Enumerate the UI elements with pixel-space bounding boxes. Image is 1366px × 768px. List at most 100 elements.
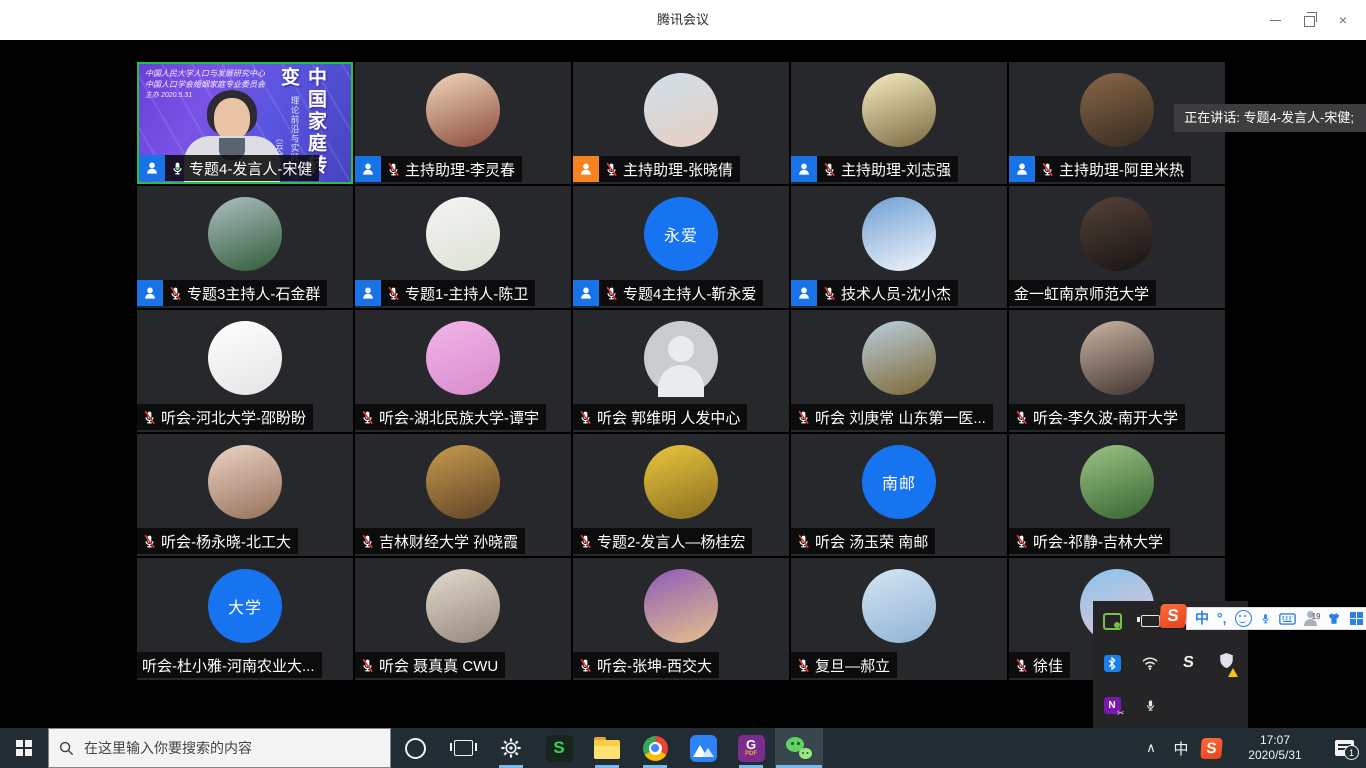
participant-name: 听会-张坤-西交大 [597,655,712,676]
video-tile[interactable]: 主持助理-刘志强 [791,62,1007,184]
emoji-icon[interactable] [1235,610,1252,627]
restore-icon [1304,16,1315,27]
default-avatar-icon [644,321,718,395]
tencent-meeting-button[interactable] [679,728,727,768]
participant-label: 主持助理-阿里米热 [1009,156,1191,182]
wifi-icon[interactable] [1131,643,1169,683]
video-tile[interactable]: 听会-祁静-吉林大学 [1009,434,1225,556]
video-tile[interactable]: 听会 刘庚常 山东第一医... [791,310,1007,432]
chrome-button[interactable] [631,728,679,768]
voice-input-icon[interactable] [1260,611,1271,626]
video-tile[interactable]: 金一虹南京师范大学 [1009,186,1225,308]
participant-label: 专题4主持人-靳永爱 [573,280,763,306]
video-tile[interactable]: 大学 听会-杜小雅-河南农业大... [137,558,353,680]
host-badge-icon [573,280,599,306]
wechat-button[interactable] [775,728,823,768]
mic-muted-icon [142,533,157,550]
participant-name: 主持助理-刘志强 [841,159,951,180]
defender-icon[interactable] [1207,643,1245,683]
host-badge-icon [1009,156,1035,182]
participant-name: 听会 聂真真 CWU [379,655,498,676]
taskbar-search-box[interactable]: 在这里输入你要搜索的内容 [48,728,391,768]
video-tile[interactable]: 听会 聂真真 CWU [355,558,571,680]
video-tile[interactable]: 吉林财经大学 孙晓霞 [355,434,571,556]
participant-label: 听会 郭维明 人发中心 [573,404,747,430]
speaking-now-tooltip: 正在讲话: 专题4-发言人-宋健; [1174,104,1366,132]
video-tile-active-speaker[interactable]: 中国人民大学人口与发展研究中心 中国人口学会婚姻家庭专业委员会 主办 2020.… [137,62,353,184]
minimize-button[interactable] [1258,0,1292,40]
cortana-button[interactable] [391,728,439,768]
host-badge-icon [355,280,381,306]
close-button[interactable]: × [1326,0,1360,40]
action-center-button[interactable]: 1 [1322,728,1366,768]
login-days-icon[interactable]: 19 [1304,611,1318,626]
video-tile[interactable]: 主持助理-张晓倩 [573,62,789,184]
settings-app-button[interactable] [487,728,535,768]
video-tile[interactable]: 听会-张坤-西交大 [573,558,789,680]
soft-keyboard-icon[interactable] [1279,613,1296,625]
video-tile[interactable]: 南邮 听会 汤玉荣 南邮 [791,434,1007,556]
windows-taskbar: 在这里输入你要搜索的内容 S GPDF ∧ 中 S 17:07 2020/5/3… [0,728,1366,768]
avatar [644,73,718,147]
search-placeholder: 在这里输入你要搜索的内容 [84,738,252,758]
video-tile[interactable]: 听会 郭维明 人发中心 [573,310,789,432]
mic-muted-icon [360,657,375,674]
mic-muted-icon [360,533,375,550]
avatar [1080,321,1154,395]
mic-muted-icon [604,161,619,178]
participant-label: 主持助理-刘志强 [791,156,958,182]
onenote-clip-icon[interactable]: N [1093,685,1131,725]
mic-muted-icon [1014,657,1029,674]
participant-name: 听会 刘庚常 山东第一医... [815,407,986,428]
poster-organizers: 中国人民大学人口与发展研究中心 中国人口学会婚姻家庭专业委员会 主办 2020.… [145,68,265,101]
host-badge-icon [355,156,381,182]
sogou-tray-button[interactable]: S [1194,728,1228,768]
avatar: 南邮 [862,445,936,519]
participant-name: 徐佳 [1033,655,1063,676]
mic-tray-icon[interactable] [1131,685,1169,725]
video-tile[interactable]: 专题1-主持人-陈卫 [355,186,571,308]
mic-muted-icon [578,657,593,674]
pdf-reader-button[interactable]: GPDF [727,728,775,768]
participant-name: 听会-河北大学-邵盼盼 [161,407,306,428]
taskbar-clock[interactable]: 17:07 2020/5/31 [1228,728,1322,768]
video-tile[interactable]: 听会-李久波-南开大学 [1009,310,1225,432]
bluetooth-icon[interactable] [1093,643,1131,683]
skin-icon[interactable] [1326,612,1342,625]
host-badge-icon [573,156,599,182]
avatar: 永爱 [644,197,718,271]
video-tile[interactable]: 听会-湖北民族大学-谭宇 [355,310,571,432]
video-tile[interactable]: 听会-河北大学-邵盼盼 [137,310,353,432]
sogou-input-app-button[interactable]: S [535,728,583,768]
video-tile[interactable]: 复旦—郝立 [791,558,1007,680]
restore-button[interactable] [1292,0,1326,40]
participant-label: 主持助理-李灵春 [355,156,522,182]
punctuation-mode-icon[interactable]: °‚ [1217,607,1227,630]
participant-name: 听会 汤玉荣 南邮 [815,531,928,552]
mic-muted-icon [386,161,401,178]
chrome-icon [643,736,668,761]
video-tile[interactable]: 专题2-发言人—杨桂宏 [573,434,789,556]
sogou-s-tray-icon[interactable]: S [1169,643,1207,683]
tencent-meeting-icon [690,735,717,762]
tray-chevron-icon[interactable]: ∧ [1134,728,1168,768]
participant-grid: 中国人民大学人口与发展研究中心 中国人口学会婚姻家庭专业委员会 主办 2020.… [137,62,1225,680]
video-tile[interactable]: 永爱 专题4主持人-靳永爱 [573,186,789,308]
sogou-logo-icon[interactable]: S [1159,604,1187,628]
wechat-icon [786,737,812,759]
video-tile[interactable]: 听会-杨永晓-北工大 [137,434,353,556]
file-explorer-button[interactable] [583,728,631,768]
task-view-button[interactable] [439,728,487,768]
start-button[interactable] [0,728,48,768]
ime-mode-tray[interactable]: 中 [1168,728,1194,768]
participant-name: 听会 郭维明 人发中心 [597,407,740,428]
screen-share-icon[interactable] [1093,601,1131,641]
toolbox-icon[interactable] [1350,612,1364,626]
video-tile[interactable]: 专题3主持人-石金群 [137,186,353,308]
avatar [1080,73,1154,147]
video-tile[interactable]: 技术人员-沈小杰 [791,186,1007,308]
video-tile[interactable]: 主持助理-李灵春 [355,62,571,184]
host-badge-icon [139,155,165,181]
participant-name: 专题3主持人-石金群 [187,283,320,304]
ime-mode-indicator[interactable]: 中 [1195,607,1209,630]
